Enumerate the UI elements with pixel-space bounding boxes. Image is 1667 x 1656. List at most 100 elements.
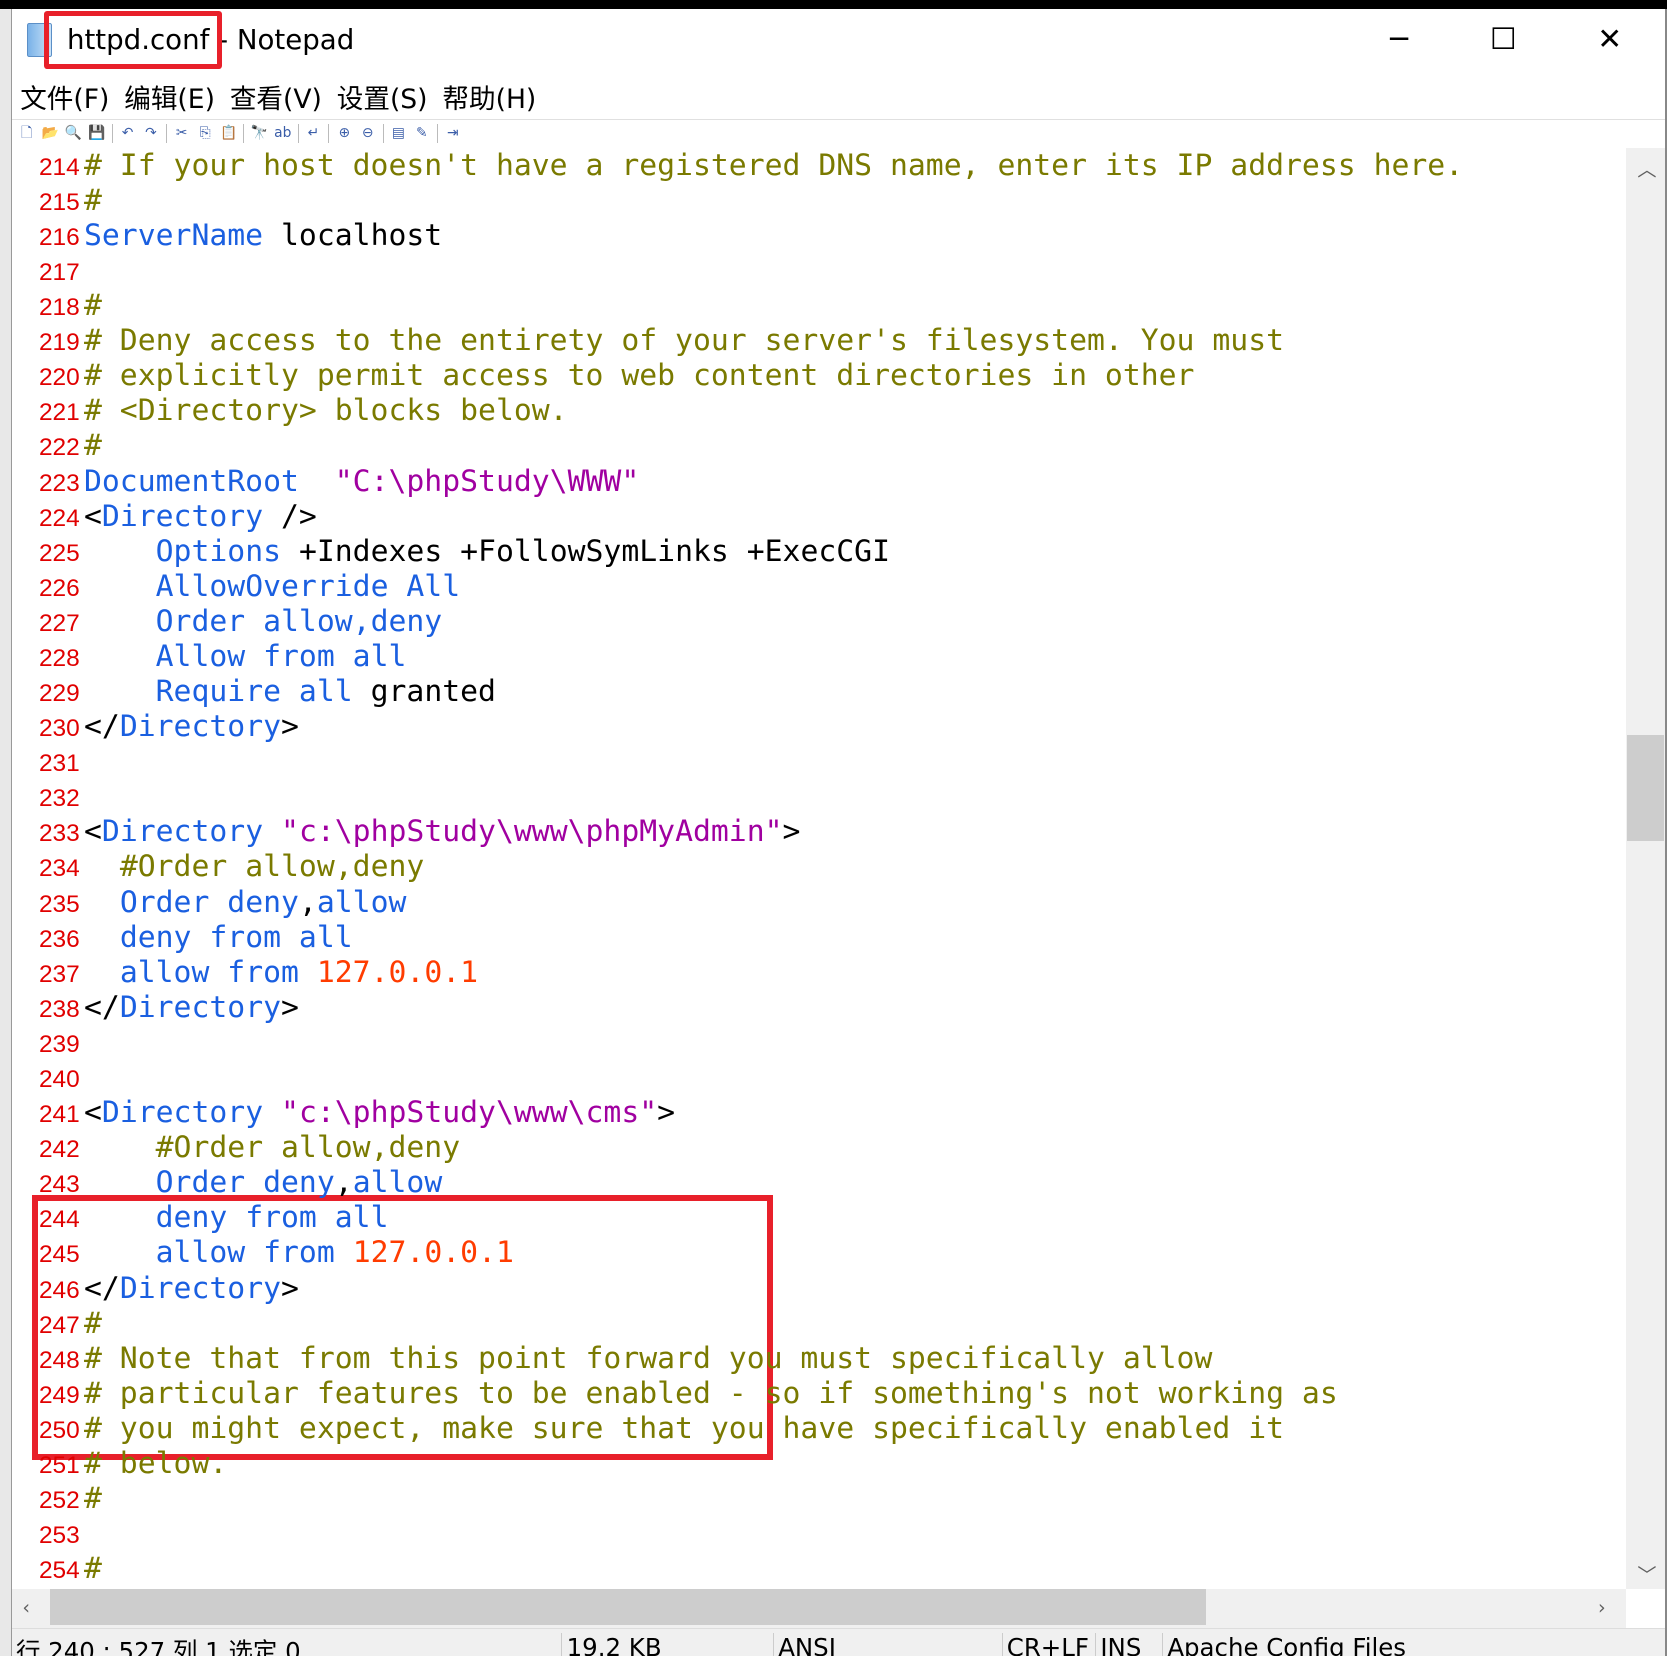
text-editor[interactable]: 214 # If your host doesn't have a registe… — [11, 147, 1626, 1590]
paste-icon[interactable]: 📋 — [220, 125, 237, 142]
scroll-up-icon[interactable]: ︿ — [1637, 154, 1656, 182]
close-button[interactable]: ✕ — [1578, 19, 1642, 62]
code-line[interactable]: 228 Allow from all — [12, 639, 406, 674]
horizontal-scroll-thumb[interactable] — [49, 1589, 1206, 1625]
scroll-right-icon[interactable]: › — [1598, 1596, 1606, 1619]
code-token: Directory — [101, 814, 264, 850]
code-token: # below. — [83, 1445, 228, 1481]
menu-item[interactable]: 文件(F) — [20, 77, 109, 120]
line-number: 235 — [38, 890, 80, 918]
horizontal-scrollbar[interactable]: ‹ › — [11, 1589, 1626, 1628]
new-file-icon[interactable]: 🗋 — [18, 125, 35, 142]
code-line[interactable]: 252 # — [12, 1481, 102, 1516]
line-number: 232 — [38, 785, 80, 813]
title-bar[interactable]: httpd.conf - Notepad ─ ☐ ✕ — [12, 9, 1665, 75]
code-line[interactable]: 217 — [12, 253, 80, 288]
code-text: allow from 127.0.0.1 — [84, 955, 478, 990]
customize-icon[interactable]: ✎ — [413, 125, 430, 142]
status-encoding[interactable]: ANSI — [772, 1633, 836, 1656]
code-line[interactable]: 249 # particular features to be enabled -… — [12, 1376, 1338, 1411]
code-line[interactable]: 251 # below. — [12, 1446, 227, 1481]
code-line[interactable]: 216 ServerName localhost — [12, 218, 442, 253]
code-token: deny from all — [119, 919, 353, 955]
cut-icon[interactable]: ✂ — [173, 125, 190, 142]
undo-icon[interactable]: ↶ — [119, 125, 136, 142]
code-line[interactable]: 222 # — [12, 428, 102, 463]
toolbar-separator — [165, 123, 167, 143]
line-number: 253 — [38, 1522, 80, 1550]
wrap-icon[interactable]: ↵ — [305, 125, 322, 142]
status-eol[interactable]: CR+LF — [1001, 1633, 1089, 1656]
code-line[interactable]: 234 #Order allow,deny — [12, 849, 424, 884]
code-line[interactable]: 219 # Deny access to the entirety of your… — [12, 323, 1284, 358]
code-line[interactable]: 242 #Order allow,deny — [12, 1130, 460, 1165]
vertical-scroll-thumb[interactable] — [1626, 734, 1664, 841]
replace-icon[interactable]: ab — [274, 125, 291, 142]
code-line[interactable]: 227 Order allow,deny — [12, 604, 442, 639]
code-text: Order allow,deny — [84, 604, 443, 639]
code-line[interactable]: 243 Order deny,allow — [12, 1165, 442, 1200]
code-line[interactable]: 223 DocumentRoot "C:\phpStudy\WWW" — [12, 464, 639, 499]
code-line[interactable]: 236 deny from all — [12, 920, 353, 955]
line-number: 252 — [38, 1487, 80, 1515]
line-number: 239 — [38, 1030, 80, 1058]
copy-icon[interactable]: ⎘ — [197, 125, 214, 142]
code-text: <Directory /> — [84, 499, 317, 534]
code-line[interactable]: 240 — [12, 1060, 80, 1095]
code-line[interactable]: 245 allow from 127.0.0.1 — [12, 1235, 514, 1270]
redo-icon[interactable]: ↷ — [142, 125, 159, 142]
code-line[interactable]: 230 </Directory> — [12, 709, 299, 744]
zoom-out-icon[interactable]: ⊖ — [359, 125, 376, 142]
save-icon[interactable]: 💾 — [88, 125, 105, 142]
code-token: < — [83, 1095, 102, 1131]
code-line[interactable]: 247 # — [12, 1306, 102, 1341]
code-line[interactable]: 233 <Directory "c:\phpStudy\www\phpMyAdmi… — [12, 814, 801, 849]
code-line[interactable]: 224 <Directory /> — [12, 499, 317, 534]
scroll-left-icon[interactable]: ‹ — [22, 1596, 30, 1619]
code-line[interactable]: 220 # explicitly permit access to web con… — [12, 358, 1195, 393]
menu-item[interactable]: 帮助(H) — [442, 77, 536, 120]
code-line[interactable]: 235 Order deny,allow — [12, 885, 406, 920]
vertical-scrollbar[interactable]: ︿ ﹀ — [1625, 147, 1665, 1590]
code-line[interactable]: 241 <Directory "c:\phpStudy\www\cms"> — [12, 1095, 675, 1130]
code-line[interactable]: 232 — [12, 779, 80, 814]
menu-item[interactable]: 编辑(E) — [124, 77, 215, 120]
code-line[interactable]: 229 Require all granted — [12, 674, 496, 709]
code-line[interactable]: 244 deny from all — [12, 1200, 389, 1235]
minimize-button[interactable]: ─ — [1367, 19, 1431, 62]
exit-icon[interactable]: ⇥ — [444, 125, 461, 142]
code-line[interactable]: 214 # If your host doesn't have a registe… — [12, 148, 1463, 183]
code-line[interactable]: 250 # you might expect, make sure that yo… — [12, 1411, 1284, 1446]
find-icon[interactable]: 🔭 — [251, 125, 268, 142]
code-token: Order deny — [155, 1165, 335, 1201]
code-line[interactable]: 225 Options +Indexes +FollowSymLinks +Ex… — [12, 534, 890, 569]
code-text: # <Directory> blocks below. — [84, 393, 568, 428]
settings-icon[interactable]: ▤ — [390, 125, 407, 142]
code-token: 127.0.0.1 — [352, 1235, 514, 1271]
code-line[interactable]: 226 AllowOverride All — [12, 569, 460, 604]
browse-icon[interactable]: 🔍 — [65, 125, 82, 142]
code-line[interactable]: 215 # — [12, 183, 102, 218]
menu-item[interactable]: 设置(S) — [337, 77, 428, 120]
code-line[interactable]: 248 # Note that from this point forward y… — [12, 1341, 1212, 1376]
code-line[interactable]: 221 # <Directory> blocks below. — [12, 393, 568, 428]
code-line[interactable]: 218 # — [12, 288, 102, 323]
code-line[interactable]: 239 — [12, 1025, 80, 1060]
code-line[interactable]: 237 allow from 127.0.0.1 — [12, 955, 478, 990]
maximize-button[interactable]: ☐ — [1471, 19, 1535, 62]
scroll-down-icon[interactable]: ﹀ — [1637, 1560, 1656, 1588]
code-line[interactable]: 246 </Directory> — [12, 1271, 299, 1306]
menu-item[interactable]: 查看(V) — [230, 77, 322, 120]
toolbar-separator — [436, 123, 438, 143]
code-line[interactable]: 254 # — [12, 1551, 102, 1586]
zoom-in-icon[interactable]: ⊕ — [336, 125, 353, 142]
code-line[interactable]: 238 </Directory> — [12, 990, 299, 1025]
code-line[interactable]: 231 — [12, 744, 80, 779]
code-line[interactable]: 253 — [12, 1516, 80, 1551]
open-icon[interactable]: 📂 — [41, 125, 58, 142]
code-text: Order deny,allow — [84, 1165, 443, 1201]
line-number: 234 — [38, 855, 80, 883]
